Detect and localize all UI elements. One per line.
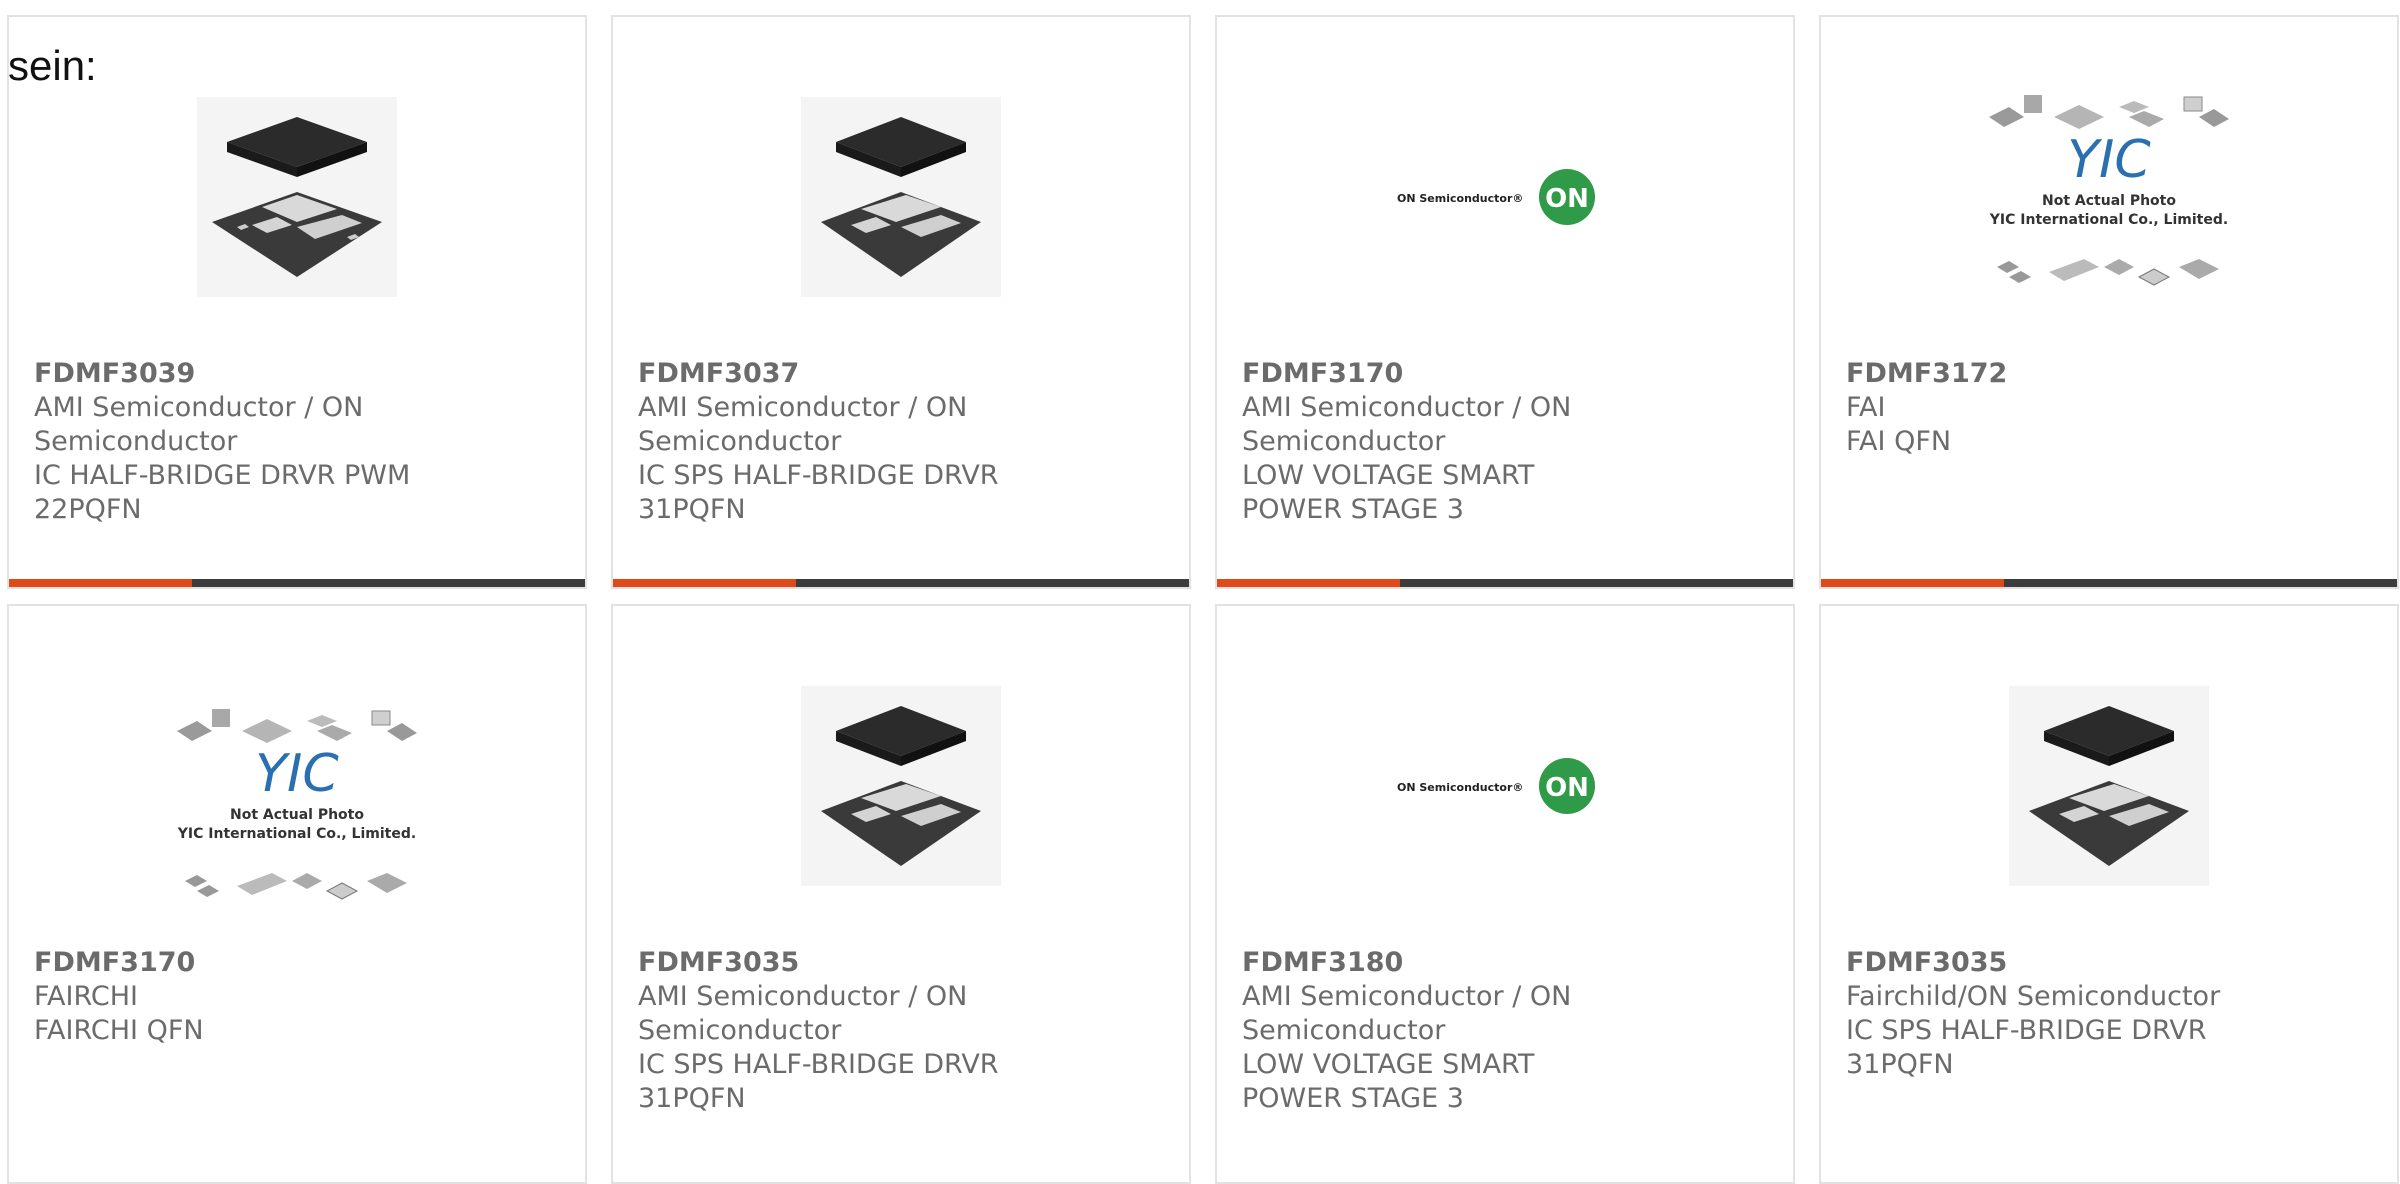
description: FAI QFN [1846,426,1952,457]
on-wordmark: ON Semiconductor® [1397,192,1523,205]
product-image[interactable]: ON Semiconductor® ON [1217,77,1793,317]
yic-line1: Not Actual Photo [230,807,364,823]
qfn-package-icon [197,97,397,297]
card-bar-accent [1217,579,1400,587]
product-card[interactable]: ON Semiconductor® ON FDMF3180 AMI Semico… [1215,604,1795,1184]
manufacturer: AMI Semiconductor / ON Semiconductor [638,981,968,1046]
manufacturer: AMI Semiconductor / ON Semiconductor [1242,392,1572,457]
on-semiconductor-logo: ON Semiconductor® ON [1397,169,1595,225]
product-image[interactable] [613,77,1189,317]
part-number[interactable]: FDMF3172 [1846,357,2377,391]
product-image[interactable]: YIC Not Actual Photo YIC International C… [1821,77,2397,317]
part-number[interactable]: FDMF3180 [1242,946,1773,980]
description: IC SPS HALF-BRIDGE DRVR 31PQFN [1846,1015,2207,1080]
part-number[interactable]: FDMF3039 [34,357,565,391]
on-semiconductor-logo: ON Semiconductor® ON [1397,758,1595,814]
yic-line2: YIC International Co., Limited. [1989,212,2228,228]
manufacturer: FAI [1846,392,1886,423]
on-wordmark: ON Semiconductor® [1397,781,1523,794]
description: IC SPS HALF-BRIDGE DRVR 31PQFN [638,1049,999,1114]
part-number[interactable]: FDMF3037 [638,357,1169,391]
manufacturer: AMI Semiconductor / ON Semiconductor [638,392,968,457]
product-card[interactable]: ON Semiconductor® ON FDMF3170 AMI Semico… [1215,15,1795,589]
product-card[interactable]: FDMF3035 AMI Semiconductor / ON Semicond… [611,604,1191,1184]
description: LOW VOLTAGE SMART POWER STAGE 3 [1242,460,1535,525]
qfn-package-icon [801,686,1001,886]
description: IC SPS HALF-BRIDGE DRVR 31PQFN [638,460,999,525]
product-image[interactable] [613,666,1189,906]
qfn-package-icon [801,97,1001,297]
yic-mark: YIC [2067,130,2151,190]
part-number[interactable]: FDMF3035 [638,946,1169,980]
product-card[interactable]: FDMF3035 Fairchild/ON Semiconductor IC S… [1819,604,2399,1184]
yic-line1: Not Actual Photo [2042,193,2176,209]
card-bar [613,579,1189,587]
card-bar [9,579,585,587]
yic-placeholder-image: YIC Not Actual Photo YIC International C… [1989,95,2229,286]
card-bar-accent [9,579,192,587]
part-number[interactable]: FDMF3170 [1242,357,1773,391]
on-badge: ON [1545,773,1589,803]
product-card[interactable]: YIC Not Actual Photo YIC International C… [1819,15,2399,589]
qfn-package-icon [2009,686,2209,886]
description: FAIRCHI QFN [34,1015,204,1046]
product-image[interactable]: YIC Not Actual Photo YIC International C… [9,691,585,931]
manufacturer: AMI Semiconductor / ON Semiconductor [34,392,364,457]
yic-mark: YIC [255,744,339,804]
manufacturer: Fairchild/ON Semiconductor [1846,981,2221,1012]
product-image[interactable] [1821,666,2397,906]
manufacturer: AMI Semiconductor / ON Semiconductor [1242,981,1572,1046]
description: LOW VOLTAGE SMART POWER STAGE 3 [1242,1049,1535,1114]
card-bar-accent [1821,579,2004,587]
part-number[interactable]: FDMF3170 [34,946,565,980]
manufacturer: FAIRCHI [34,981,139,1012]
product-card[interactable]: FDMF3037 AMI Semiconductor / ON Semicond… [611,15,1191,589]
intro-text: sein: [8,42,97,89]
part-number[interactable]: FDMF3035 [1846,946,2377,980]
product-card[interactable]: YIC Not Actual Photo YIC International C… [7,604,587,1184]
description: IC HALF-BRIDGE DRVR PWM 22PQFN [34,460,411,525]
card-bar [1821,579,2397,587]
card-bar-accent [613,579,796,587]
product-image[interactable] [9,77,585,317]
product-image[interactable]: ON Semiconductor® ON [1217,666,1793,906]
on-badge: ON [1545,184,1589,214]
card-bar [1217,579,1793,587]
product-card[interactable]: FDMF3039 AMI Semiconductor / ON Semicond… [7,15,587,589]
yic-placeholder-image: YIC Not Actual Photo YIC International C… [177,709,417,900]
yic-line2: YIC International Co., Limited. [177,826,416,842]
